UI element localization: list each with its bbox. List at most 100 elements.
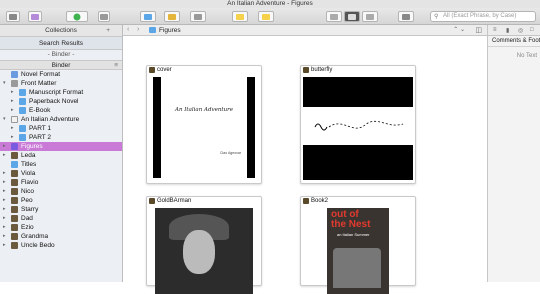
disclosure-icon[interactable]: ▸ bbox=[3, 169, 6, 178]
folder-icon bbox=[149, 27, 156, 33]
back-arrow-icon[interactable]: ‹ bbox=[127, 26, 129, 33]
binder-toggle-button[interactable] bbox=[6, 11, 20, 22]
binder-item[interactable]: ▸ PART 1 bbox=[0, 124, 122, 133]
note-button[interactable] bbox=[258, 11, 274, 22]
binder-item-label: Front Matter bbox=[21, 80, 57, 87]
snapshot-icon[interactable]: ◎ bbox=[518, 27, 523, 34]
card-butterfly[interactable]: butterfly bbox=[300, 65, 416, 184]
binder-item[interactable]: ▸ Paperback Novel bbox=[0, 97, 122, 106]
image-icon bbox=[303, 198, 309, 204]
view-corkboard-button[interactable] bbox=[344, 11, 360, 22]
view-outline-button[interactable] bbox=[362, 11, 378, 22]
add-collection-icon[interactable]: + bbox=[106, 25, 110, 37]
cover-title: An Italian Adventure bbox=[174, 107, 234, 113]
binder-item[interactable]: Titles bbox=[0, 160, 122, 169]
folder-doc-icon bbox=[11, 80, 18, 87]
inspector-toggle-button[interactable] bbox=[398, 11, 414, 22]
binder-label: Binder bbox=[51, 62, 71, 69]
inspector-empty-text: No Text bbox=[516, 53, 537, 59]
search-input[interactable]: ⚲ All (Exact Phrase, by Case) bbox=[430, 11, 536, 22]
disclosure-icon[interactable]: ▸ bbox=[3, 232, 6, 241]
binder-item-label: Uncle Bedo bbox=[21, 242, 55, 249]
binder-icon bbox=[9, 13, 17, 20]
person-icon bbox=[11, 224, 18, 231]
book-title-line2: the Nest bbox=[331, 219, 371, 230]
bookmark-icon[interactable]: ▮ bbox=[506, 27, 509, 34]
delete-button[interactable] bbox=[98, 11, 110, 22]
disclosure-icon[interactable]: ▸ bbox=[3, 196, 6, 205]
binder-item[interactable]: ▸ PART 2 bbox=[0, 133, 122, 142]
disclosure-icon[interactable]: ▸ bbox=[11, 88, 14, 97]
binder-item[interactable]: ▸ E-Book bbox=[0, 106, 122, 115]
disclosure-icon[interactable]: ▸ bbox=[3, 205, 6, 214]
keywords-button[interactable] bbox=[164, 11, 180, 22]
binder-item[interactable]: ▾ An Italian Adventure bbox=[0, 115, 122, 124]
inspector-panel: ≡ ▮ ◎ □ Comments & Footnotes No Text bbox=[487, 25, 540, 282]
disclosure-icon[interactable]: ▾ bbox=[3, 115, 6, 124]
comment-tab-icon[interactable]: □ bbox=[530, 27, 534, 33]
binder-item[interactable]: ▸ Viola bbox=[0, 169, 122, 178]
view-scrivenings-button[interactable] bbox=[326, 11, 342, 22]
format-icon bbox=[11, 71, 18, 78]
binder-item-label: PART 2 bbox=[29, 134, 52, 141]
disclosure-icon[interactable]: ▸ bbox=[11, 133, 14, 142]
inspector-edit-button[interactable] bbox=[190, 11, 206, 22]
key-icon bbox=[168, 13, 176, 20]
disclosure-icon[interactable]: ▸ bbox=[3, 241, 6, 250]
binder-item[interactable]: ▸ Figures bbox=[0, 142, 122, 151]
binder-item-label: Manuscript Format bbox=[29, 89, 84, 96]
disclosure-icon[interactable]: ▸ bbox=[3, 178, 6, 187]
folder-icon bbox=[19, 134, 26, 141]
disclosure-icon[interactable]: ▸ bbox=[3, 142, 6, 151]
binder-item[interactable]: ▸ Grandma bbox=[0, 232, 122, 241]
binder-item[interactable]: ▸ Dad bbox=[0, 214, 122, 223]
disclosure-icon[interactable]: ▸ bbox=[3, 187, 6, 196]
binder-item[interactable]: ▸ Manuscript Format bbox=[0, 88, 122, 97]
person-icon bbox=[11, 233, 18, 240]
disclosure-icon[interactable]: ▾ bbox=[3, 79, 6, 88]
binder-sidebar: Collections + Search Results - Binder - … bbox=[0, 25, 123, 282]
disclosure-icon[interactable]: ▸ bbox=[11, 106, 14, 115]
binder-item[interactable]: ▸ Nico bbox=[0, 187, 122, 196]
photo-thumbnail bbox=[155, 208, 253, 294]
pin-icon[interactable]: ≡ bbox=[493, 27, 497, 33]
card-goldbarman[interactable]: GoldBArman bbox=[146, 196, 262, 294]
edit-icon bbox=[194, 13, 202, 20]
card-cover[interactable]: cover An Italian Adventure Ciao Ageovar bbox=[146, 65, 262, 184]
disclosure-icon[interactable]: ▸ bbox=[11, 97, 14, 106]
search-placeholder: All (Exact Phrase, by Case) bbox=[443, 13, 517, 19]
chevron-icons[interactable]: ⌃ ⌄ bbox=[453, 25, 465, 36]
comment-button[interactable] bbox=[232, 11, 248, 22]
binder-tree: Novel Format ▾ Front Matter ▸ Manuscript For… bbox=[0, 70, 122, 250]
binder-item[interactable]: Novel Format bbox=[0, 70, 122, 79]
window-title: An Italian Adventure - Figures bbox=[227, 0, 313, 7]
binder-item-label: Peo bbox=[21, 197, 33, 204]
note-icon bbox=[262, 13, 270, 20]
person-icon bbox=[11, 188, 18, 195]
binder-item[interactable]: ▸ Leda bbox=[0, 151, 122, 160]
add-button[interactable] bbox=[66, 11, 88, 22]
disclosure-icon[interactable]: ▸ bbox=[3, 214, 6, 223]
disclosure-icon[interactable]: ▸ bbox=[3, 151, 6, 160]
search-icon: ⚲ bbox=[434, 14, 439, 20]
corkboard: cover An Italian Adventure Ciao Ageovar … bbox=[123, 36, 487, 294]
binder-item[interactable]: ▸ Uncle Bedo bbox=[0, 241, 122, 250]
disclosure-icon[interactable]: ▸ bbox=[11, 124, 14, 133]
forward-arrow-icon[interactable]: › bbox=[137, 26, 139, 33]
collections-button[interactable] bbox=[28, 11, 42, 22]
binder-item-label: Grandma bbox=[21, 233, 49, 240]
binder-item[interactable]: ▾ Front Matter bbox=[0, 79, 122, 88]
disclosure-icon[interactable]: ▸ bbox=[3, 223, 6, 232]
binder-item[interactable]: ▸ Starry bbox=[0, 205, 122, 214]
binder-item-label: Viola bbox=[21, 170, 36, 177]
binder-item[interactable]: ▸ Peo bbox=[0, 196, 122, 205]
quick-reference-button[interactable] bbox=[140, 11, 156, 22]
search-results-tab[interactable]: Search Results bbox=[0, 37, 122, 50]
binder-item[interactable]: ▸ Flavio bbox=[0, 178, 122, 187]
split-view-icon[interactable]: ◫ bbox=[475, 25, 482, 36]
binder-tab[interactable]: - Binder - bbox=[0, 50, 122, 60]
card-book2[interactable]: Book2 out of the Nest an Italian Summer bbox=[300, 196, 416, 294]
corkboard-icon bbox=[348, 13, 356, 20]
trash-icon bbox=[100, 13, 108, 20]
binder-item[interactable]: ▸ Ezio bbox=[0, 223, 122, 232]
